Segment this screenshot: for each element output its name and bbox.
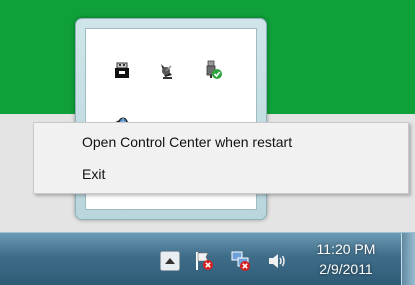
volume-icon[interactable] xyxy=(266,250,288,272)
action-center-flag-icon[interactable] xyxy=(193,250,215,272)
menu-item-label: Exit xyxy=(82,166,106,182)
show-desktop-button[interactable] xyxy=(401,233,415,285)
satellite-dish-icon[interactable] xyxy=(157,60,177,80)
clock-time: 11:20 PM xyxy=(316,241,376,257)
show-hidden-icons-button[interactable] xyxy=(160,251,180,271)
menu-item-open-control-center[interactable]: Open Control Center when restart xyxy=(34,129,408,155)
network-disconnected-icon[interactable] xyxy=(230,250,252,272)
clock-date: 2/9/2011 xyxy=(319,261,373,277)
menu-item-label: Open Control Center when restart xyxy=(82,134,293,150)
taskbar: 11:20 PM 2/9/2011 xyxy=(0,232,415,285)
safely-remove-hardware-icon[interactable] xyxy=(203,60,223,80)
context-menu: Open Control Center when restart Exit xyxy=(33,122,409,194)
usb-drive-icon[interactable] xyxy=(112,60,132,80)
menu-item-exit[interactable]: Exit xyxy=(34,161,408,187)
taskbar-clock[interactable]: 11:20 PM 2/9/2011 xyxy=(310,239,382,279)
